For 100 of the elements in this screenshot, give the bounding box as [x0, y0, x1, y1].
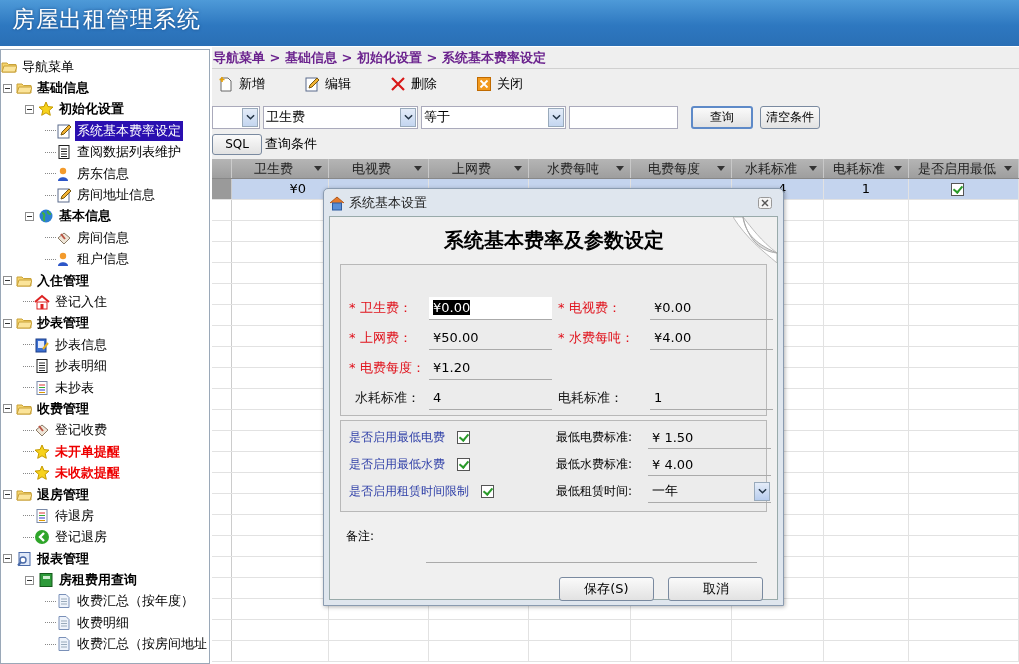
note-label: 备注: — [346, 529, 375, 543]
breadcrumb: 导航菜单 > 基础信息 > 初始化设置 > 系统基本费率设定 — [212, 47, 1019, 69]
dialog-button[interactable]: 保存(S) — [559, 577, 654, 601]
checkbox[interactable] — [481, 485, 494, 498]
table-cell: 1 — [824, 179, 909, 199]
checkbox[interactable] — [457, 458, 470, 471]
input-field[interactable]: ¥1.20 — [429, 356, 552, 380]
dropdown-field[interactable]: 一年 — [648, 480, 771, 503]
tree-item[interactable]: 基础信息 — [35, 78, 91, 99]
field-label: 最低水费标准: — [556, 456, 634, 473]
column-header[interactable]: 卫生费 — [232, 159, 329, 178]
close-icon[interactable] — [758, 196, 772, 209]
tree-item[interactable]: 导航菜单 — [20, 56, 76, 77]
field-label: * 卫生费： — [349, 299, 413, 317]
tree-item[interactable]: 房租费用查询 — [57, 570, 139, 591]
field-label: 最低租赁时间: — [556, 483, 634, 500]
toolbar-button[interactable]: 删除 — [390, 75, 454, 93]
package-icon — [34, 422, 50, 439]
tree-item[interactable]: 抄表信息 — [53, 334, 109, 355]
collapse-toggle[interactable] — [25, 104, 34, 114]
search-field[interactable] — [569, 105, 678, 129]
checkbox[interactable] — [951, 182, 964, 196]
field-label: 水耗标准： — [354, 389, 421, 407]
list-icon — [56, 144, 72, 161]
option-label: 是否启用租赁时间限制 — [349, 483, 469, 500]
collapse-toggle[interactable] — [3, 404, 12, 414]
tree-item[interactable]: 入住管理 — [35, 270, 91, 291]
column-header[interactable]: 是否启用最低 — [909, 159, 1019, 178]
collapse-toggle[interactable] — [3, 83, 12, 93]
collapse-toggle[interactable] — [3, 554, 12, 564]
field-label: * 电费每度： — [349, 359, 426, 377]
magnifier-report-icon — [16, 550, 32, 567]
house-icon — [34, 294, 50, 310]
tree-item[interactable]: 未开单提醒 — [53, 441, 122, 462]
search-button[interactable]: 查询 — [691, 105, 753, 129]
page-icon — [56, 593, 72, 610]
page-icon — [56, 636, 72, 653]
input-field[interactable]: 4 — [429, 386, 552, 410]
tree-item[interactable]: 房间地址信息 — [75, 185, 157, 206]
column-header[interactable]: 上网费 — [429, 159, 529, 178]
tree-item[interactable]: 初始化设置 — [57, 99, 126, 120]
sort-arrow-icon — [1004, 166, 1012, 171]
column-header[interactable]: 水费每吨 — [529, 159, 631, 178]
checkbox[interactable] — [457, 431, 470, 444]
star-icon — [34, 465, 50, 482]
sort-arrow-icon — [414, 166, 422, 171]
column-header[interactable]: 电耗标准 — [824, 159, 909, 178]
tree-item[interactable]: 租户信息 — [75, 249, 131, 270]
tree-item[interactable]: 收费管理 — [35, 398, 91, 419]
sort-arrow-icon — [894, 166, 902, 171]
clear-button[interactable]: 清空条件 — [760, 105, 820, 129]
input-field[interactable]: ¥ 1.50 — [648, 426, 771, 449]
toolbar-button[interactable]: 新增 — [218, 75, 282, 93]
sort-arrow-icon — [514, 166, 522, 171]
tree-item[interactable]: 房东信息 — [75, 163, 131, 184]
sort-arrow-icon — [717, 166, 725, 171]
input-field[interactable]: ¥50.00 — [429, 326, 552, 350]
column-header[interactable]: 水耗标准 — [732, 159, 824, 178]
input-field[interactable]: ¥0.00 — [429, 296, 552, 320]
collapse-toggle[interactable] — [25, 211, 34, 221]
column-header[interactable]: 电费每度 — [631, 159, 732, 178]
toolbar-button[interactable]: 关闭 — [476, 75, 540, 93]
collapse-toggle[interactable] — [25, 575, 34, 585]
collapse-toggle[interactable] — [3, 318, 12, 328]
tree-item[interactable]: 收费汇总（按年度） — [75, 591, 196, 612]
tree-item[interactable]: 查阅数据列表维护 — [75, 142, 183, 163]
tree-item[interactable]: 抄表管理 — [35, 313, 91, 334]
field-dropdown[interactable]: 卫生费 — [263, 105, 418, 129]
clipboard-icon — [34, 336, 50, 353]
dialog-title: 系统基本设置 — [349, 193, 428, 212]
tree-item[interactable]: 登记退房 — [53, 527, 109, 548]
input-field[interactable]: ¥4.00 — [650, 326, 773, 350]
input-field[interactable]: ¥0.00 — [650, 296, 773, 320]
dialog-button[interactable]: 取消 — [668, 577, 763, 601]
tree-item[interactable]: 收费汇总（按房间地址 — [75, 634, 209, 655]
tree-item[interactable]: 登记收费 — [53, 420, 109, 441]
edit-icon — [56, 187, 72, 204]
tree-item[interactable]: 房间信息 — [75, 227, 131, 248]
tree-item[interactable]: 系统基本费率设定 — [75, 120, 183, 141]
tree-item[interactable]: 登记入住 — [53, 292, 109, 312]
tree-item[interactable]: 抄表明细 — [53, 356, 109, 377]
tree-item[interactable]: 未抄表 — [53, 377, 96, 398]
collapse-toggle[interactable] — [3, 276, 12, 286]
document-icon — [34, 379, 50, 396]
sort-arrow-icon — [314, 166, 322, 171]
tree-item[interactable]: 收费明细 — [75, 612, 131, 633]
column-header[interactable]: 电视费 — [329, 159, 429, 178]
input-field[interactable]: ¥ 4.00 — [648, 453, 771, 476]
collapse-toggle[interactable] — [3, 490, 12, 499]
tree-item[interactable]: 未收款提醒 — [53, 463, 122, 484]
tree-item[interactable]: 待退房 — [53, 505, 96, 526]
toolbar-button[interactable]: 编辑 — [304, 75, 368, 93]
tree-item[interactable]: 报表管理 — [35, 548, 91, 569]
sql-button[interactable]: SQL — [212, 133, 262, 155]
operator-dropdown[interactable]: 等于 — [421, 105, 566, 129]
input-field[interactable]: 1 — [650, 386, 773, 410]
edit-icon — [56, 122, 72, 139]
tree-item[interactable]: 退房管理 — [35, 484, 91, 505]
edit-icon — [304, 76, 320, 92]
tree-item[interactable]: 基本信息 — [57, 206, 113, 227]
